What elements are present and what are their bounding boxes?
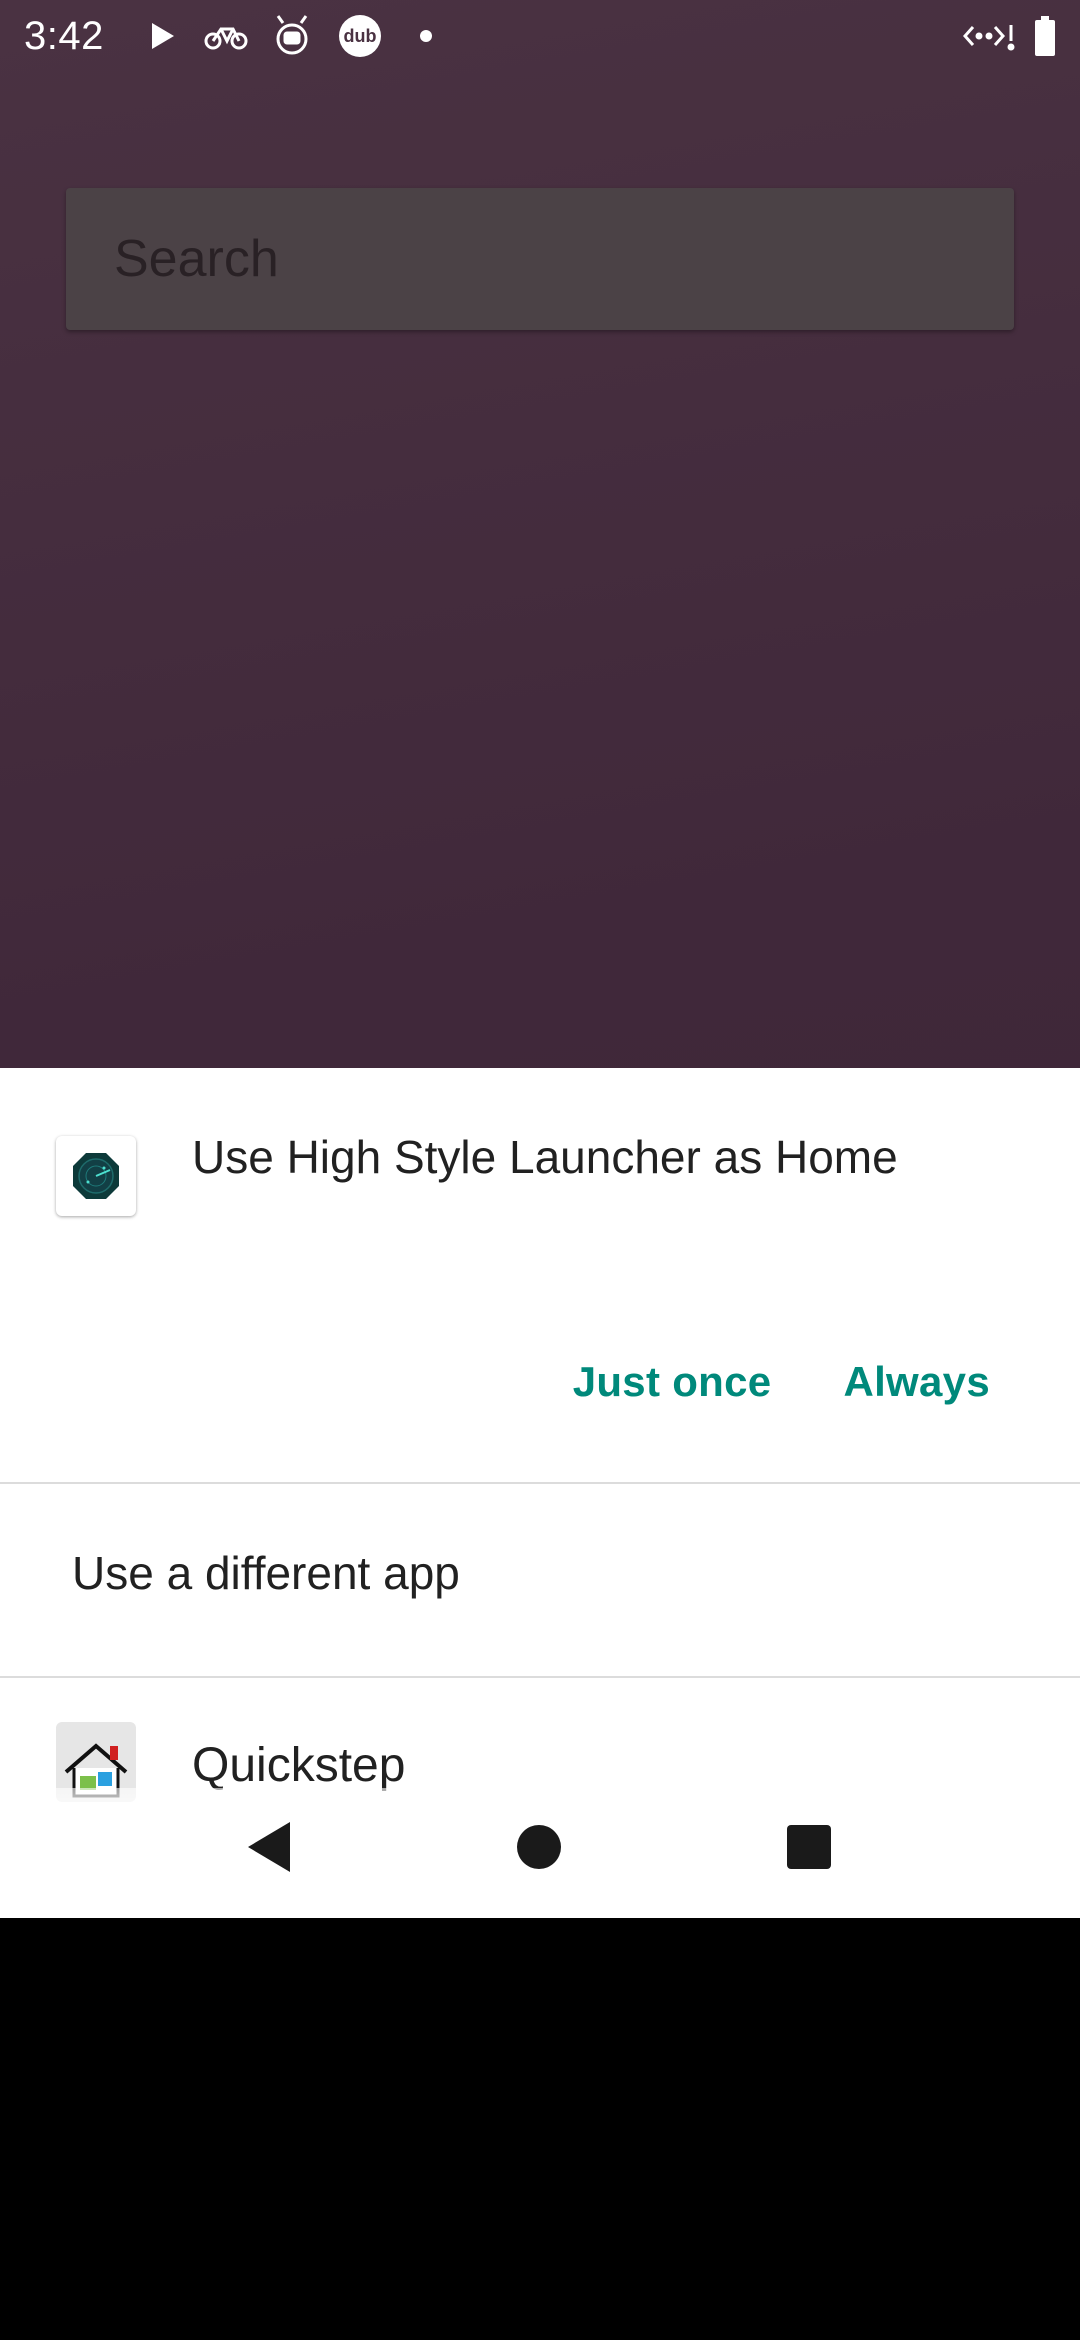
sheet-header: Use High Style Launcher as Home — [0, 1068, 1080, 1248]
divider — [0, 1676, 1080, 1678]
search-input[interactable] — [114, 229, 974, 289]
play-icon — [148, 16, 178, 56]
home-button[interactable] — [494, 1802, 584, 1892]
recents-icon — [787, 1825, 831, 1869]
divider — [0, 1482, 1080, 1484]
dub-icon: dub — [338, 15, 382, 57]
screen: 3:42 dub Search Use High Style Launcher … — [0, 0, 1080, 1918]
bug-icon — [268, 15, 316, 56]
dub-badge: dub — [339, 15, 381, 57]
back-button[interactable] — [224, 1802, 314, 1892]
always-button[interactable]: Always — [843, 1358, 990, 1406]
home-nav-icon — [517, 1825, 561, 1869]
use-different-app-heading: Use a different app — [72, 1547, 460, 1599]
wifi-off-icon — [962, 16, 1016, 56]
launcher-app-icon — [56, 1136, 136, 1216]
dot-icon — [416, 16, 436, 56]
back-icon — [248, 1822, 290, 1872]
navigation-bar — [0, 1780, 1080, 1918]
sheet-actions: Just once Always — [573, 1358, 990, 1406]
status-bar: 3:42 dub — [0, 0, 1080, 72]
recents-button[interactable] — [764, 1802, 854, 1892]
search-box[interactable] — [66, 188, 1014, 330]
black-area — [0, 1918, 1080, 2340]
radar-icon — [73, 1153, 119, 1199]
bike-icon — [202, 16, 250, 56]
sheet-title: Use High Style Launcher as Home — [192, 1131, 898, 1183]
status-time: 3:42 — [24, 14, 104, 58]
battery-icon — [1032, 16, 1058, 56]
just-once-button[interactable]: Just once — [573, 1358, 772, 1406]
